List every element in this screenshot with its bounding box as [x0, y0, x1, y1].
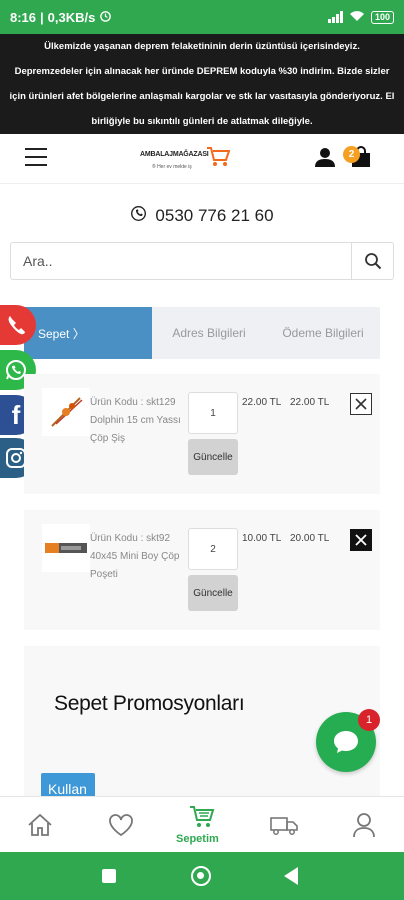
status-speed: 0,3KB/s	[47, 9, 96, 25]
announcement-line: için ürünleri afet bölgelerine anlaşmalı…	[9, 91, 395, 102]
heart-icon[interactable]	[107, 811, 135, 839]
status-bar: 8:16 | 0,3KB/s 100	[0, 0, 404, 34]
step-payment[interactable]: Ödeme Bilgileri	[266, 307, 380, 359]
nav-cart-label[interactable]: Sepetim	[176, 833, 219, 845]
user-icon[interactable]	[314, 146, 336, 168]
phone-number: 0530 776 21 60	[155, 206, 274, 225]
signal-icon	[327, 11, 343, 23]
phone-icon	[8, 316, 25, 335]
announcement-line: birliğiyle bu sıkıntılı günleri de atlat…	[91, 116, 313, 127]
facebook-icon: f	[11, 399, 21, 430]
battery-icon: 100	[370, 10, 394, 24]
announcement-line: Ülkemizde yaşanan deprem felaketininin d…	[44, 41, 360, 52]
truck-icon[interactable]	[270, 811, 298, 839]
logo-subtext: ® Her ev mekte iş	[152, 164, 192, 170]
announcement-banner: Ülkemizde yaşanan deprem felaketininin d…	[0, 34, 404, 134]
logo-text: AMBALAJMAĞAZASI	[140, 151, 209, 158]
product-image[interactable]	[42, 388, 90, 436]
step-cart[interactable]: Sepet 〉	[24, 307, 152, 359]
search-button[interactable]	[351, 243, 393, 279]
cart-item: Ürün Kodu : skt129 Dolphin 15 cm Yassı Ç…	[24, 374, 380, 494]
cart-item: Ürün Kodu : skt92 40x45 Mini Boy Çöp Poş…	[24, 510, 380, 630]
remove-item-button[interactable]	[350, 393, 372, 415]
close-icon	[355, 398, 367, 410]
promo-title: Sepet Promosyonları	[54, 692, 245, 715]
chat-bubble-icon	[334, 731, 358, 753]
wifi-icon	[349, 10, 365, 25]
search-input[interactable]	[11, 243, 351, 279]
cart-logo-icon	[207, 147, 230, 166]
remove-item-button[interactable]	[350, 529, 372, 551]
announcement-line: Depremzedeler için alınacak her üründe D…	[14, 66, 390, 77]
whatsapp-icon	[130, 205, 147, 227]
cart-count-badge: 2	[343, 146, 360, 163]
unit-price: 22.00 TL	[242, 397, 282, 408]
search-icon	[364, 253, 381, 270]
menu-icon[interactable]	[25, 148, 47, 166]
close-icon	[355, 534, 367, 546]
unit-price: 10.00 TL	[242, 533, 282, 544]
total-price: 20.00 TL	[290, 533, 330, 544]
alarm-icon	[99, 9, 112, 25]
home-icon[interactable]	[26, 811, 54, 839]
recents-button[interactable]	[102, 869, 116, 883]
system-nav-bar	[0, 852, 404, 900]
status-time: 8:16	[10, 9, 37, 25]
cart-icon[interactable]	[188, 803, 216, 831]
total-price: 22.00 TL	[290, 397, 330, 408]
site-logo[interactable]: AMBALAJMAĞAZASI ® Her ev mekte iş	[140, 144, 230, 176]
search-bar	[10, 242, 394, 280]
back-button[interactable]	[284, 867, 298, 885]
checkout-steps: Sepet 〉 Adres Bilgileri Ödeme Bilgileri	[24, 307, 380, 359]
product-description[interactable]: Ürün Kodu : skt129 Dolphin 15 cm Yassı Ç…	[90, 394, 190, 448]
product-image[interactable]	[42, 524, 90, 572]
user-profile-icon[interactable]	[350, 811, 378, 839]
chat-unread-badge: 1	[358, 709, 380, 731]
quantity-input[interactable]: 1	[188, 392, 238, 434]
quantity-input[interactable]: 2	[188, 528, 238, 570]
home-button[interactable]	[191, 866, 211, 886]
contact-phone[interactable]: 0530 776 21 60	[0, 205, 404, 227]
update-button[interactable]: Güncelle	[188, 439, 238, 475]
product-description[interactable]: Ürün Kodu : skt92 40x45 Mini Boy Çöp Poş…	[90, 530, 190, 584]
update-button[interactable]: Güncelle	[188, 575, 238, 611]
step-address[interactable]: Adres Bilgileri	[152, 307, 266, 359]
